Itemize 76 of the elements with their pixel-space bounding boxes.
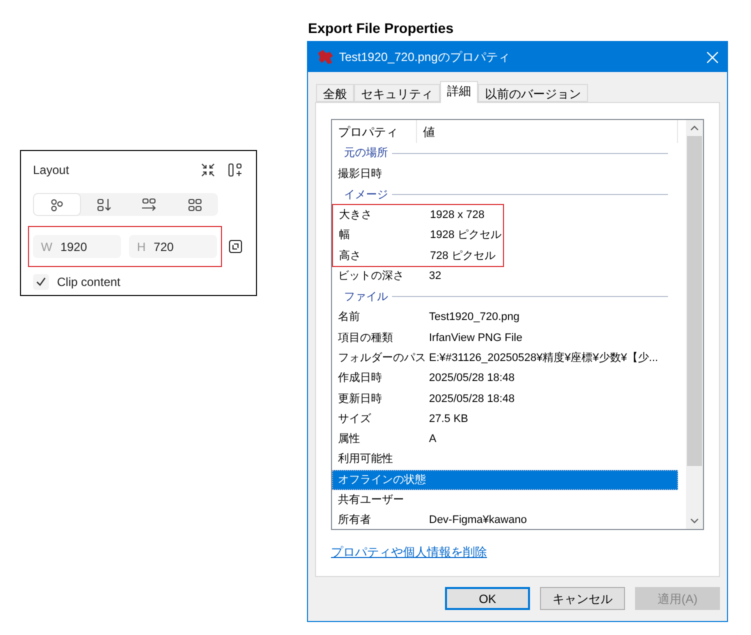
- property-row[interactable]: 項目の種類 IrfanView PNG File: [332, 328, 678, 348]
- dimension-field[interactable]: W 1920: [33, 235, 121, 258]
- property-name: 共有ユーザー: [338, 493, 405, 508]
- property-row[interactable]: 高さ 728 ピクセル: [333, 246, 503, 266]
- collapse-icon[interactable]: [201, 163, 215, 177]
- dialog-tab[interactable]: 詳細: [440, 81, 478, 103]
- property-name: 属性: [338, 432, 361, 448]
- dialog-button[interactable]: キャンセル: [540, 587, 625, 610]
- property-name: 幅: [339, 228, 351, 244]
- check-icon: [36, 277, 46, 287]
- property-value: Dev-Figma¥kawano: [429, 513, 527, 528]
- grid-layout-icon: [187, 198, 204, 212]
- property-row[interactable]: 利用可能性: [332, 450, 678, 470]
- property-row[interactable]: ビットの深さ 32: [332, 266, 678, 286]
- property-row[interactable]: サイズ 27.5 KB: [332, 408, 678, 430]
- property-name: 項目の種類: [338, 330, 394, 346]
- property-name: 高さ: [339, 248, 362, 264]
- heading: Export File Properties: [308, 19, 454, 38]
- property-row[interactable]: 幅 1928 ピクセル: [333, 226, 503, 246]
- checkbox-label: Clip content: [57, 274, 120, 291]
- layout-tab[interactable]: [33, 193, 81, 216]
- property-row[interactable]: 更新日時 2025/05/28 18:48: [332, 388, 678, 409]
- dialog-tab[interactable]: セキュリティ: [354, 84, 440, 102]
- property-row[interactable]: オフラインの状態: [332, 470, 678, 490]
- scatter-layout-icon: [48, 198, 65, 212]
- dimension-field[interactable]: H 720: [129, 235, 217, 258]
- property-row[interactable]: 名前 Test1920_720.png: [332, 307, 678, 328]
- property-value: 32: [429, 269, 442, 284]
- property-name: 大きさ: [339, 208, 373, 224]
- property-name: ビットの深さ: [338, 269, 405, 284]
- checkbox[interactable]: [33, 274, 49, 290]
- dialog-tab[interactable]: 全般: [316, 84, 354, 102]
- vertical-layout-icon: [96, 198, 112, 212]
- scrollbar[interactable]: [686, 120, 703, 529]
- property-name: サイズ: [338, 412, 372, 427]
- property-value: IrfanView PNG File: [429, 330, 522, 346]
- column-header[interactable]: プロパティ: [332, 120, 417, 143]
- property-name: 作成日時: [338, 371, 383, 386]
- horizontal-layout-icon: [141, 198, 158, 212]
- section-heading: イメージ: [344, 188, 388, 203]
- property-name: 更新日時: [338, 392, 383, 407]
- property-value: E:¥#31126_20250528¥精度¥座標¥少数¥【少...: [429, 350, 658, 366]
- scroll-thumb[interactable]: [687, 136, 702, 466]
- property-value: 27.5 KB: [429, 412, 468, 427]
- dialog-tab[interactable]: 以前のバージョン: [478, 84, 588, 102]
- section-heading: ファイル: [344, 290, 388, 305]
- window-title: Test1920_720.pngのプロパティ: [339, 49, 511, 66]
- property-row[interactable]: 属性 A: [332, 429, 678, 450]
- property-name: フォルダーのパス: [338, 350, 427, 366]
- property-name: 所有者: [338, 513, 372, 528]
- property-name: 撮影日時: [338, 166, 383, 182]
- column-header[interactable]: 値: [417, 120, 678, 143]
- add-layout-icon[interactable]: [228, 162, 244, 178]
- section-heading: 元の場所: [344, 146, 388, 162]
- property-value: A: [429, 432, 436, 448]
- panel-title: Layout: [33, 162, 70, 179]
- property-value: 2025/05/28 18:48: [429, 392, 515, 407]
- resize-icon[interactable]: [229, 240, 242, 253]
- property-name: 利用可能性: [338, 452, 394, 468]
- property-value: 2025/05/28 18:48: [429, 371, 515, 386]
- remove-properties-link[interactable]: プロパティや個人情報を削除: [331, 543, 487, 561]
- property-row[interactable]: フォルダーのパス E:¥#31126_20250528¥精度¥座標¥少数¥【少...: [332, 348, 678, 368]
- property-row[interactable]: 作成日時 2025/05/28 18:48: [332, 368, 678, 389]
- property-row[interactable]: 所有者 Dev-Figma¥kawano: [332, 510, 678, 529]
- property-value: 1928 ピクセル: [430, 228, 502, 244]
- property-row[interactable]: 共有ユーザー: [332, 490, 678, 510]
- app-icon: [316, 49, 334, 65]
- property-value: 1928 x 728: [430, 208, 484, 224]
- property-value: Test1920_720.png: [429, 310, 520, 326]
- dialog-button[interactable]: OK: [445, 587, 530, 610]
- close-icon: [706, 52, 718, 62]
- property-row[interactable]: 撮影日時: [332, 164, 678, 184]
- property-row[interactable]: 大きさ 1928 x 728: [333, 205, 503, 226]
- property-name: 名前: [338, 310, 361, 326]
- property-name: オフラインの状態: [338, 472, 427, 488]
- property-value: 728 ピクセル: [430, 248, 496, 264]
